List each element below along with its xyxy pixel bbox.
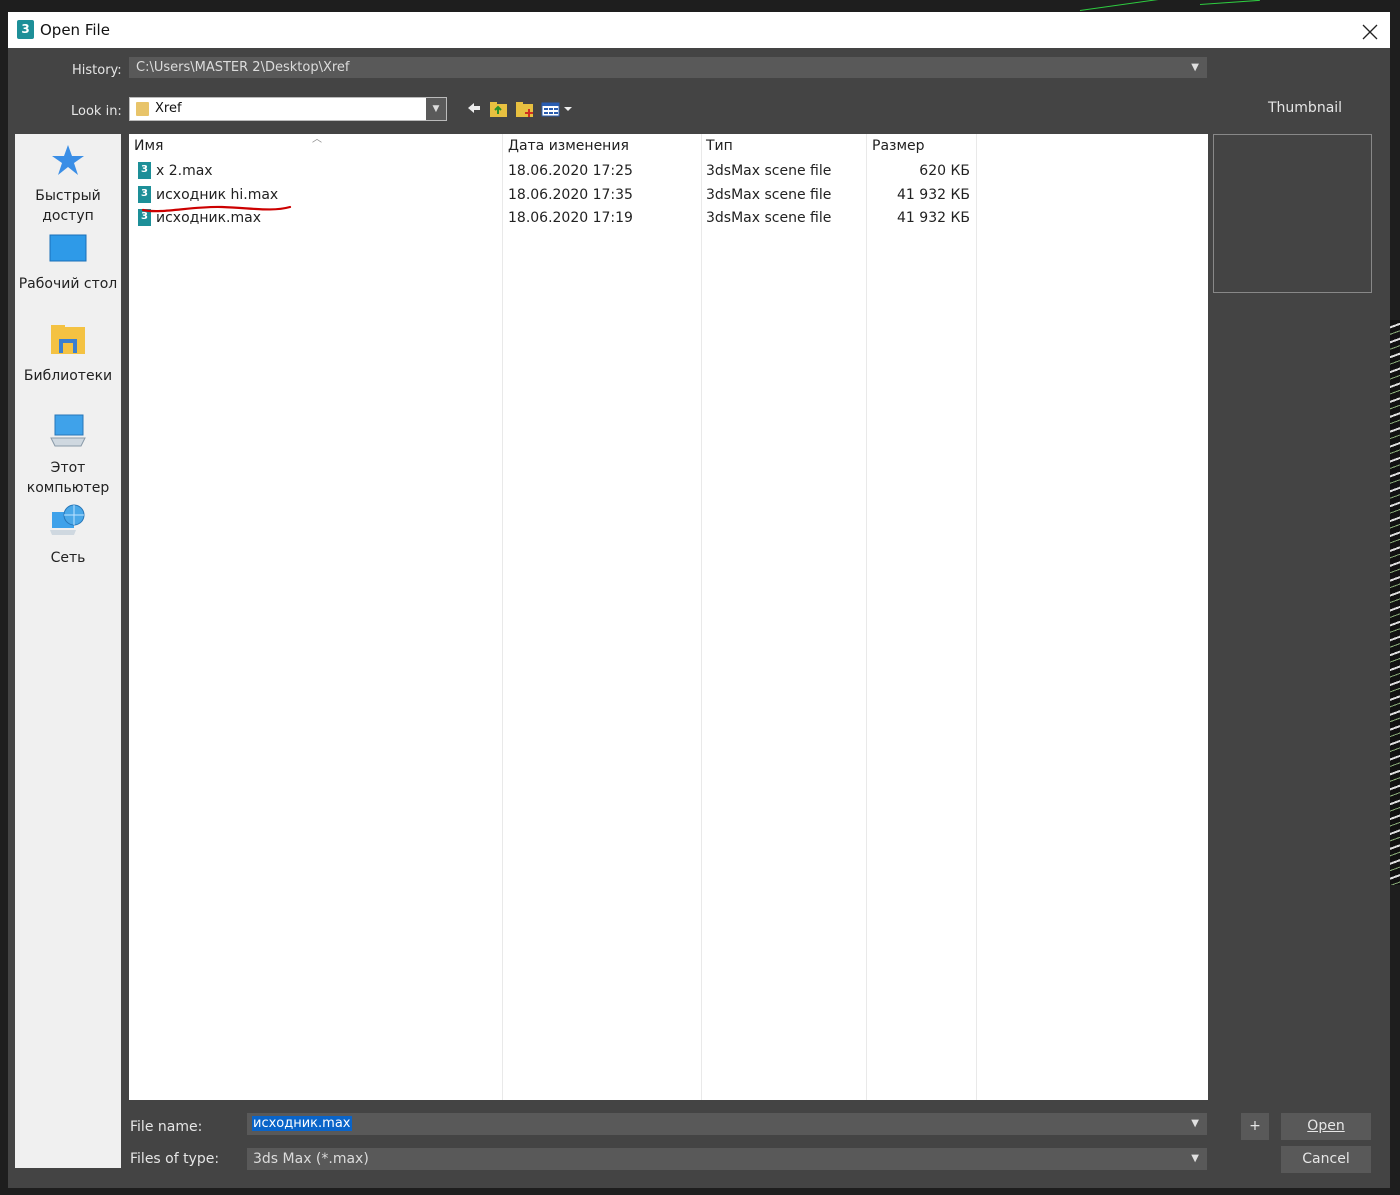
back-button[interactable] — [466, 100, 486, 118]
view-list-icon — [541, 102, 572, 117]
file-type: 3dsMax scene file — [706, 187, 832, 203]
places-bar: Быстрый доступ Рабочий стол Библиотеки Э… — [15, 134, 121, 1168]
file-date: 18.06.2020 17:19 — [508, 210, 633, 226]
file-date: 18.06.2020 17:25 — [508, 163, 633, 179]
files-of-type-dropdown[interactable]: 3ds Max (*.max) ▼ — [247, 1148, 1207, 1170]
place-libraries[interactable]: Библиотеки — [15, 324, 121, 386]
back-arrow-icon — [468, 103, 480, 113]
folder-icon — [136, 102, 149, 116]
place-label: доступ — [42, 208, 94, 224]
files-of-type-value: 3ds Max (*.max) — [253, 1151, 369, 1167]
place-label: Сеть — [50, 550, 86, 566]
close-icon — [1362, 24, 1378, 40]
place-label: компьютер — [26, 480, 110, 496]
file-name-label: File name: — [130, 1119, 203, 1135]
chevron-down-icon: ▼ — [1191, 1118, 1199, 1129]
star-icon — [15, 144, 121, 182]
new-folder-icon — [516, 102, 533, 117]
sort-ascending-icon: ︿ — [312, 134, 322, 145]
open-button[interactable]: Open — [1281, 1113, 1371, 1140]
folder-up-icon — [490, 102, 507, 117]
file-name: x 2.max — [156, 163, 213, 179]
history-value: C:\Users\MASTER 2\Desktop\Xref — [136, 60, 350, 75]
dialog-title: Open File — [40, 21, 110, 39]
place-label: Быстрый — [35, 188, 101, 204]
column-header-name[interactable]: Имя — [134, 138, 163, 154]
file-name: исходник hi.max — [156, 187, 279, 203]
add-button[interactable]: + — [1241, 1113, 1269, 1140]
file-name-input[interactable]: исходник.max ▼ — [247, 1113, 1207, 1135]
title-bar: 3 Open File — [8, 12, 1390, 48]
cancel-button[interactable]: Cancel — [1281, 1146, 1371, 1173]
3dsmax-app-icon: 3 — [17, 20, 34, 39]
place-label: Рабочий стол — [18, 276, 118, 292]
up-folder-button[interactable] — [489, 100, 509, 118]
max-file-icon: 3 — [138, 162, 151, 179]
place-label: Этот — [50, 460, 86, 476]
column-separator — [866, 134, 867, 1100]
column-separator — [502, 134, 503, 1100]
look-in-dropdown[interactable]: Xref ▼ — [129, 97, 447, 121]
file-date: 18.06.2020 17:35 — [508, 187, 633, 203]
viewport-line — [1079, 0, 1160, 11]
column-header-size[interactable]: Размер — [872, 138, 925, 154]
place-this-computer[interactable]: Этот компьютер — [15, 414, 121, 498]
column-header-date[interactable]: Дата изменения — [508, 138, 629, 154]
view-menu-button[interactable] — [541, 100, 575, 118]
file-type: 3dsMax scene file — [706, 210, 832, 226]
viewport-line — [1199, 0, 1260, 5]
computer-icon — [15, 414, 121, 454]
file-size: 620 КБ — [919, 163, 970, 179]
network-icon — [15, 504, 121, 544]
desktop-icon — [15, 234, 121, 270]
column-header-type[interactable]: Тип — [706, 138, 733, 154]
open-file-dialog: 3 Open File History: C:\Users\MASTER 2\D… — [8, 12, 1390, 1188]
look-in-label: Look in: — [71, 104, 122, 119]
history-dropdown[interactable]: C:\Users\MASTER 2\Desktop\Xref ▼ — [129, 57, 1207, 78]
chevron-down-icon: ▼ — [1191, 1153, 1199, 1164]
column-separator — [976, 134, 977, 1100]
place-label: Библиотеки — [23, 368, 113, 384]
max-file-icon: 3 — [138, 186, 151, 203]
red-underline-annotation — [142, 205, 292, 213]
chevron-down-icon: ▼ — [1191, 62, 1199, 73]
place-quick-access[interactable]: Быстрый доступ — [15, 144, 121, 226]
thumbnail-label: Thumbnail — [1268, 100, 1343, 116]
chevron-down-icon[interactable]: ▼ — [426, 98, 446, 120]
file-list[interactable]: ︿ Имя Дата изменения Тип Размер 3 x 2.ma… — [129, 134, 1208, 1100]
file-name-value: исходник.max — [252, 1116, 352, 1131]
new-folder-button[interactable] — [515, 100, 535, 118]
files-of-type-label: Files of type: — [130, 1151, 220, 1167]
column-separator — [701, 134, 702, 1100]
close-button[interactable] — [1362, 16, 1378, 46]
thumbnail-preview — [1213, 134, 1372, 293]
look-in-value: Xref — [155, 101, 182, 116]
history-label: History: — [72, 63, 122, 78]
file-size: 41 932 КБ — [897, 187, 970, 203]
place-network[interactable]: Сеть — [15, 504, 121, 568]
place-desktop[interactable]: Рабочий стол — [15, 234, 121, 294]
file-size: 41 932 КБ — [897, 210, 970, 226]
viewport-wireframe — [1390, 320, 1400, 885]
libraries-icon — [15, 324, 121, 362]
file-type: 3dsMax scene file — [706, 163, 832, 179]
